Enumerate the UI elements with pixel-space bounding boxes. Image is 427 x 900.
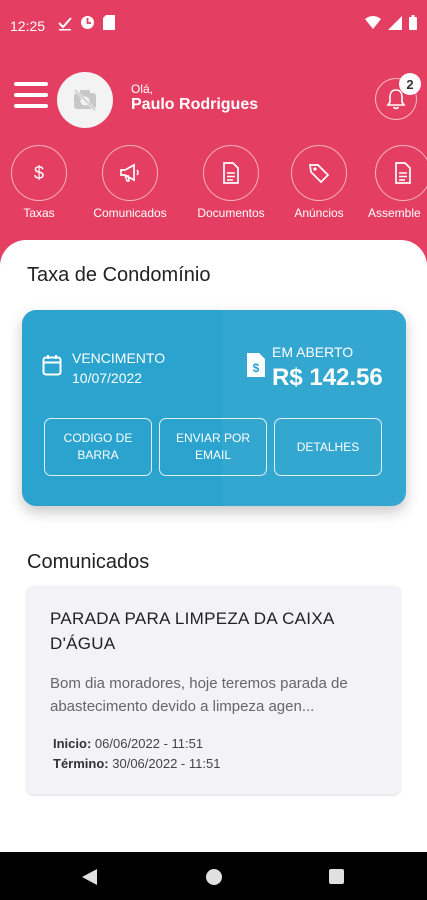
shortcut-circle: $ (11, 145, 67, 201)
status-time: 12:25 (10, 18, 46, 34)
calendar-icon (42, 355, 62, 376)
status-bar: 12:25 (0, 0, 427, 52)
end-value: 30/06/2022 - 11:51 (112, 756, 221, 771)
open-label: EM ABERTO (272, 344, 354, 360)
due-label: VENCIMENTO (72, 350, 166, 366)
document-icon (395, 162, 411, 184)
send-email-button[interactable]: ENVIAR POR EMAIL (159, 418, 267, 476)
notice-card[interactable]: PARADA PARA LIMPEZA DA CAIXA D'ÁGUA Bom … (27, 586, 400, 794)
notice-end-row: Término: 30/06/2022 - 11:51 (53, 754, 220, 774)
shortcut-documentos[interactable]: Documentos (192, 145, 270, 220)
shortcut-label: Comunicados (93, 206, 167, 220)
start-label: Inicio: (53, 736, 92, 751)
notice-dates: Inicio: 06/06/2022 - 11:51 Término: 30/0… (53, 734, 220, 774)
end-label: Término: (53, 756, 109, 771)
shortcut-taxas[interactable]: $ Taxas (0, 145, 78, 220)
wifi-icon (365, 16, 381, 29)
home-icon[interactable] (206, 869, 222, 885)
barcode-button[interactable]: CODIGO DE BARRA (44, 418, 152, 476)
notice-body: Bom dia moradores, hoje teremos parada d… (50, 675, 348, 715)
notices-section-title: Comunicados (27, 551, 150, 573)
notice-start-row: Inicio: 06/06/2022 - 11:51 (53, 734, 220, 754)
open-amount: R$ 142.56 (272, 364, 383, 391)
details-button[interactable]: DETALHES (274, 418, 382, 476)
recent-apps-icon[interactable] (329, 869, 344, 884)
shortcut-label: Taxas (23, 206, 55, 220)
megaphone-icon (120, 163, 139, 182)
invoice-icon: $ (247, 353, 265, 377)
dollar-icon: $ (33, 162, 44, 183)
hamburger-line (14, 93, 48, 97)
avatar[interactable] (57, 72, 113, 128)
notice-title: PARADA PARA LIMPEZA DA CAIXA D'ÁGUA (50, 609, 334, 653)
check-icon (58, 17, 72, 31)
tax-card: VENCIMENTO 10/07/2022 $ EM ABERTO R$ 142… (22, 310, 406, 506)
tag-icon (309, 164, 330, 184)
hamburger-line (14, 82, 48, 86)
document-icon (223, 162, 239, 184)
shortcut-circle (203, 145, 259, 201)
app-header: Olá, Paulo Rodrigues 2 (0, 52, 427, 142)
battery-icon (409, 15, 417, 30)
start-value: 06/06/2022 - 11:51 (94, 736, 204, 751)
shortcut-label: Documentos (197, 206, 265, 220)
shortcut-label: Assemble (368, 206, 421, 220)
tax-section-title: Taxa de Condomínio (27, 264, 211, 286)
signal-icon (388, 15, 402, 30)
shortcut-assembleias[interactable]: Assemble (364, 145, 427, 220)
clock-circle-icon (81, 16, 94, 29)
system-nav-bar (0, 852, 427, 900)
shortcut-circle (102, 145, 158, 201)
back-icon[interactable] (82, 869, 97, 885)
user-name: Paulo Rodrigues (131, 96, 259, 113)
shortcut-comunicados[interactable]: Comunicados (91, 145, 169, 220)
menu-button[interactable] (14, 82, 50, 112)
shortcut-anuncios[interactable]: Anúncios (280, 145, 358, 220)
due-date: 10/07/2022 (72, 370, 143, 386)
shortcut-circle (291, 145, 347, 201)
sd-card-icon (103, 15, 115, 30)
shortcut-circle (375, 145, 427, 201)
notification-badge: 2 (399, 73, 421, 95)
greeting-text: Olá, (131, 82, 154, 96)
hamburger-line (14, 104, 48, 108)
no-photo-icon (73, 88, 97, 112)
card-decoration (222, 310, 406, 506)
shortcut-label: Anúncios (294, 206, 344, 220)
svg-text:$: $ (253, 361, 260, 375)
